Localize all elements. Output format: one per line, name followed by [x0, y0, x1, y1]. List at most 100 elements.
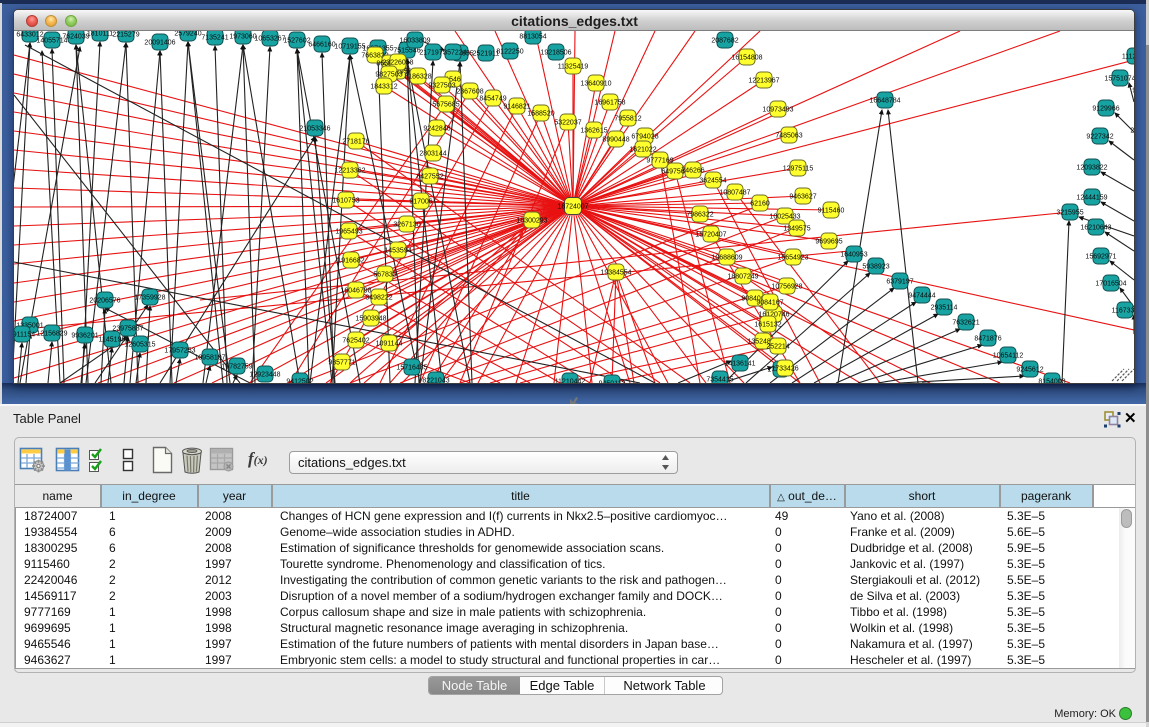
svg-text:18724007: 18724007 [557, 204, 588, 211]
svg-text:2087682: 2087682 [711, 38, 738, 45]
svg-text:10719155: 10719155 [334, 44, 365, 51]
svg-text:8813054: 8813054 [519, 34, 546, 41]
svg-text:16648784: 16648784 [869, 98, 900, 105]
svg-text:9327503: 9327503 [428, 83, 455, 90]
svg-text:12605315: 12605315 [124, 342, 155, 349]
svg-text:9218506: 9218506 [1132, 88, 1134, 95]
svg-text:1362615: 1362615 [580, 128, 607, 135]
svg-text:3215955: 3215955 [1056, 210, 1083, 217]
svg-text:3498222: 3498222 [365, 295, 392, 302]
svg-text:7986322: 7986322 [686, 212, 713, 219]
svg-text:3267130: 3267130 [393, 222, 420, 229]
svg-text:1733426: 1733426 [771, 366, 798, 373]
svg-text:8221043: 8221043 [422, 378, 449, 384]
svg-text:1916682: 1916682 [337, 258, 364, 265]
svg-text:5675685: 5675685 [432, 102, 459, 109]
svg-text:15716485: 15716485 [396, 365, 427, 372]
svg-text:23975887: 23975887 [112, 326, 143, 333]
svg-text:917006: 917006 [409, 199, 432, 206]
svg-text:10025433: 10025433 [769, 214, 800, 221]
svg-text:9450112: 9450112 [599, 381, 626, 384]
svg-text:21053346: 21053346 [299, 126, 330, 133]
svg-text:2935114: 2935114 [931, 305, 958, 312]
svg-text:1610753: 1610753 [332, 198, 359, 205]
svg-text:2277401: 2277401 [1130, 128, 1134, 135]
svg-text:16046798: 16046798 [340, 288, 371, 295]
svg-text:1588520: 1588520 [527, 111, 554, 118]
svg-text:15654923: 15654923 [777, 255, 808, 262]
svg-text:8990448: 8990448 [602, 137, 629, 144]
svg-text:12213362: 12213362 [334, 168, 365, 175]
svg-text:15903948: 15903948 [355, 316, 386, 323]
svg-text:9412502: 9412502 [286, 379, 313, 384]
svg-text:7357224: 7357224 [439, 50, 466, 57]
svg-text:16782759: 16782759 [221, 364, 252, 371]
svg-text:2367608: 2367608 [456, 89, 483, 96]
svg-text:11210442: 11210442 [555, 379, 586, 384]
svg-text:20091406: 20091406 [144, 40, 175, 47]
svg-text:9242848: 9242848 [423, 126, 450, 133]
svg-text:12213967: 12213967 [748, 78, 779, 85]
svg-text:7135241: 7135241 [201, 35, 228, 42]
svg-text:16210643: 16210643 [1080, 225, 1111, 232]
svg-text:16961758: 16961758 [594, 100, 625, 107]
svg-text:9146821: 9146821 [503, 104, 530, 111]
svg-text:5322037: 5322037 [554, 120, 581, 127]
svg-text:1527602: 1527602 [283, 38, 310, 45]
svg-text:15692971: 15692971 [1085, 254, 1116, 261]
svg-text:6379197: 6379197 [886, 279, 913, 286]
svg-text:12923448: 12923448 [249, 372, 280, 379]
svg-text:6794028: 6794028 [631, 134, 658, 141]
svg-text:3624554: 3624554 [699, 178, 726, 185]
svg-text:11325419: 11325419 [558, 64, 589, 71]
svg-text:2803144: 2803144 [419, 151, 446, 158]
svg-text:1621022: 1621022 [629, 147, 656, 154]
svg-text:1112044: 1112044 [1122, 54, 1134, 61]
svg-text:1973060: 1973060 [229, 34, 256, 41]
svg-text:6466160: 6466160 [308, 42, 335, 49]
svg-text:1004553: 1004553 [1133, 228, 1134, 235]
svg-text:252214: 252214 [766, 344, 789, 351]
svg-text:746266: 746266 [681, 168, 704, 175]
svg-text:17359928: 17359928 [134, 295, 165, 302]
svg-text:9227342: 9227342 [1086, 134, 1113, 141]
svg-text:9463627: 9463627 [789, 194, 816, 201]
svg-text:7632621: 7632621 [952, 320, 979, 327]
svg-text:9115460: 9115460 [818, 208, 845, 215]
svg-text:19218506: 19218506 [540, 50, 571, 57]
svg-text:10973493: 10973493 [762, 107, 793, 114]
svg-text:1167334: 1167334 [1112, 308, 1134, 315]
svg-text:1349575: 1349575 [783, 226, 810, 233]
svg-text:1965493: 1965493 [335, 229, 362, 236]
svg-text:2718176: 2718176 [342, 139, 369, 146]
svg-text:9827503: 9827503 [375, 72, 402, 79]
svg-text:10958107: 10958107 [194, 355, 225, 362]
svg-text:1843312: 1843312 [370, 84, 397, 91]
svg-text:23226058: 23226058 [382, 60, 413, 67]
svg-text:5938923: 5938923 [862, 264, 889, 271]
svg-text:10688609: 10688609 [711, 255, 742, 262]
svg-text:2215279: 2215279 [112, 32, 139, 39]
svg-text:1640953: 1640953 [840, 252, 867, 259]
svg-text:8454749: 8454749 [479, 96, 506, 103]
svg-text:12975115: 12975115 [783, 166, 814, 173]
svg-text:8122250: 8122250 [496, 49, 523, 56]
svg-text:8154003: 8154003 [1038, 379, 1065, 384]
svg-text:1453594: 1453594 [384, 248, 411, 255]
svg-text:10653267: 10653267 [254, 36, 285, 43]
svg-text:9245612: 9245612 [1016, 367, 1043, 374]
svg-text:19384554: 19384554 [600, 270, 631, 277]
svg-text:10654112: 10654112 [993, 353, 1024, 360]
svg-text:12444159: 12444159 [1076, 195, 1107, 202]
svg-text:1810111: 1810111 [87, 31, 113, 38]
svg-text:7485063: 7485063 [775, 133, 802, 140]
svg-text:16154808: 16154808 [731, 55, 762, 62]
svg-text:9474444: 9474444 [908, 293, 935, 300]
svg-text:9936201: 9936201 [71, 333, 98, 340]
svg-text:7354415: 7354415 [706, 377, 733, 384]
svg-text:9084167: 9084167 [756, 300, 783, 307]
svg-text:8427552: 8427552 [416, 174, 443, 181]
svg-text:7955812: 7955812 [614, 116, 641, 123]
svg-text:12156829: 12156829 [36, 331, 67, 338]
svg-text:62160: 62160 [750, 201, 770, 208]
